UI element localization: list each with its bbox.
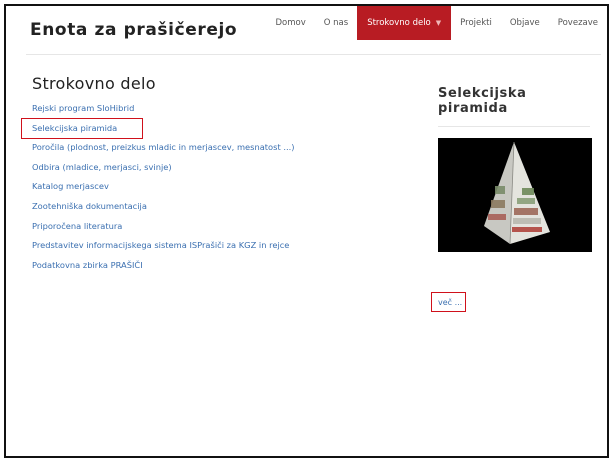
header-divider: [26, 54, 601, 55]
sidebar-divider: [438, 126, 590, 127]
sidebar: Selekcijska piramida: [438, 86, 598, 252]
link-odbira[interactable]: Odbira (mladice, merjasci, svinje): [32, 158, 412, 178]
site-title[interactable]: Enota za prašičerejo: [30, 20, 237, 40]
chevron-down-icon: ▼: [435, 19, 442, 27]
main-navigation: Domov O nas Strokovno delo ▼ Projekti Ob…: [267, 6, 608, 40]
pyramid-image[interactable]: [438, 138, 592, 252]
nav-item-povezave[interactable]: Povezave: [549, 6, 607, 40]
link-porocila[interactable]: Poročila (plodnost, preizkus mladic in m…: [32, 138, 412, 158]
nav-item-label: Strokovno delo: [367, 18, 431, 28]
link-katalog-merjascev[interactable]: Katalog merjascev: [32, 177, 412, 197]
browser-page: Enota za prašičerejo Domov O nas Strokov…: [4, 4, 609, 458]
pyramid-illustration: [438, 138, 592, 252]
page-title: Strokovno delo: [32, 74, 156, 93]
link-priporocena-literatura[interactable]: Priporočena literatura: [32, 217, 412, 237]
more-link[interactable]: več ...: [431, 292, 466, 312]
nav-item-projekti[interactable]: Projekti: [451, 6, 501, 40]
nav-item-objave[interactable]: Objave: [501, 6, 549, 40]
link-selekcijska-piramida[interactable]: Selekcijska piramida: [21, 117, 143, 140]
main-content: Strokovno delo Rejski program SloHibrid …: [21, 74, 412, 276]
link-predstavitev-ispraSici[interactable]: Predstavitev informacijskega sistema ISP…: [32, 236, 412, 256]
nav-item-o-nas[interactable]: O nas: [315, 6, 357, 40]
nav-item-domov[interactable]: Domov: [267, 6, 315, 40]
link-zootehniska-dokumentacija[interactable]: Zootehniška dokumentacija: [32, 197, 412, 217]
sidebar-title: Selekcijska piramida: [438, 86, 527, 116]
nav-item-strokovno-delo[interactable]: Strokovno delo ▼: [357, 6, 452, 40]
link-rejski-program[interactable]: Rejski program SloHibrid: [32, 99, 412, 119]
link-podatkovna-zbirka[interactable]: Podatkovna zbirka PRAŠIČI: [32, 256, 412, 276]
